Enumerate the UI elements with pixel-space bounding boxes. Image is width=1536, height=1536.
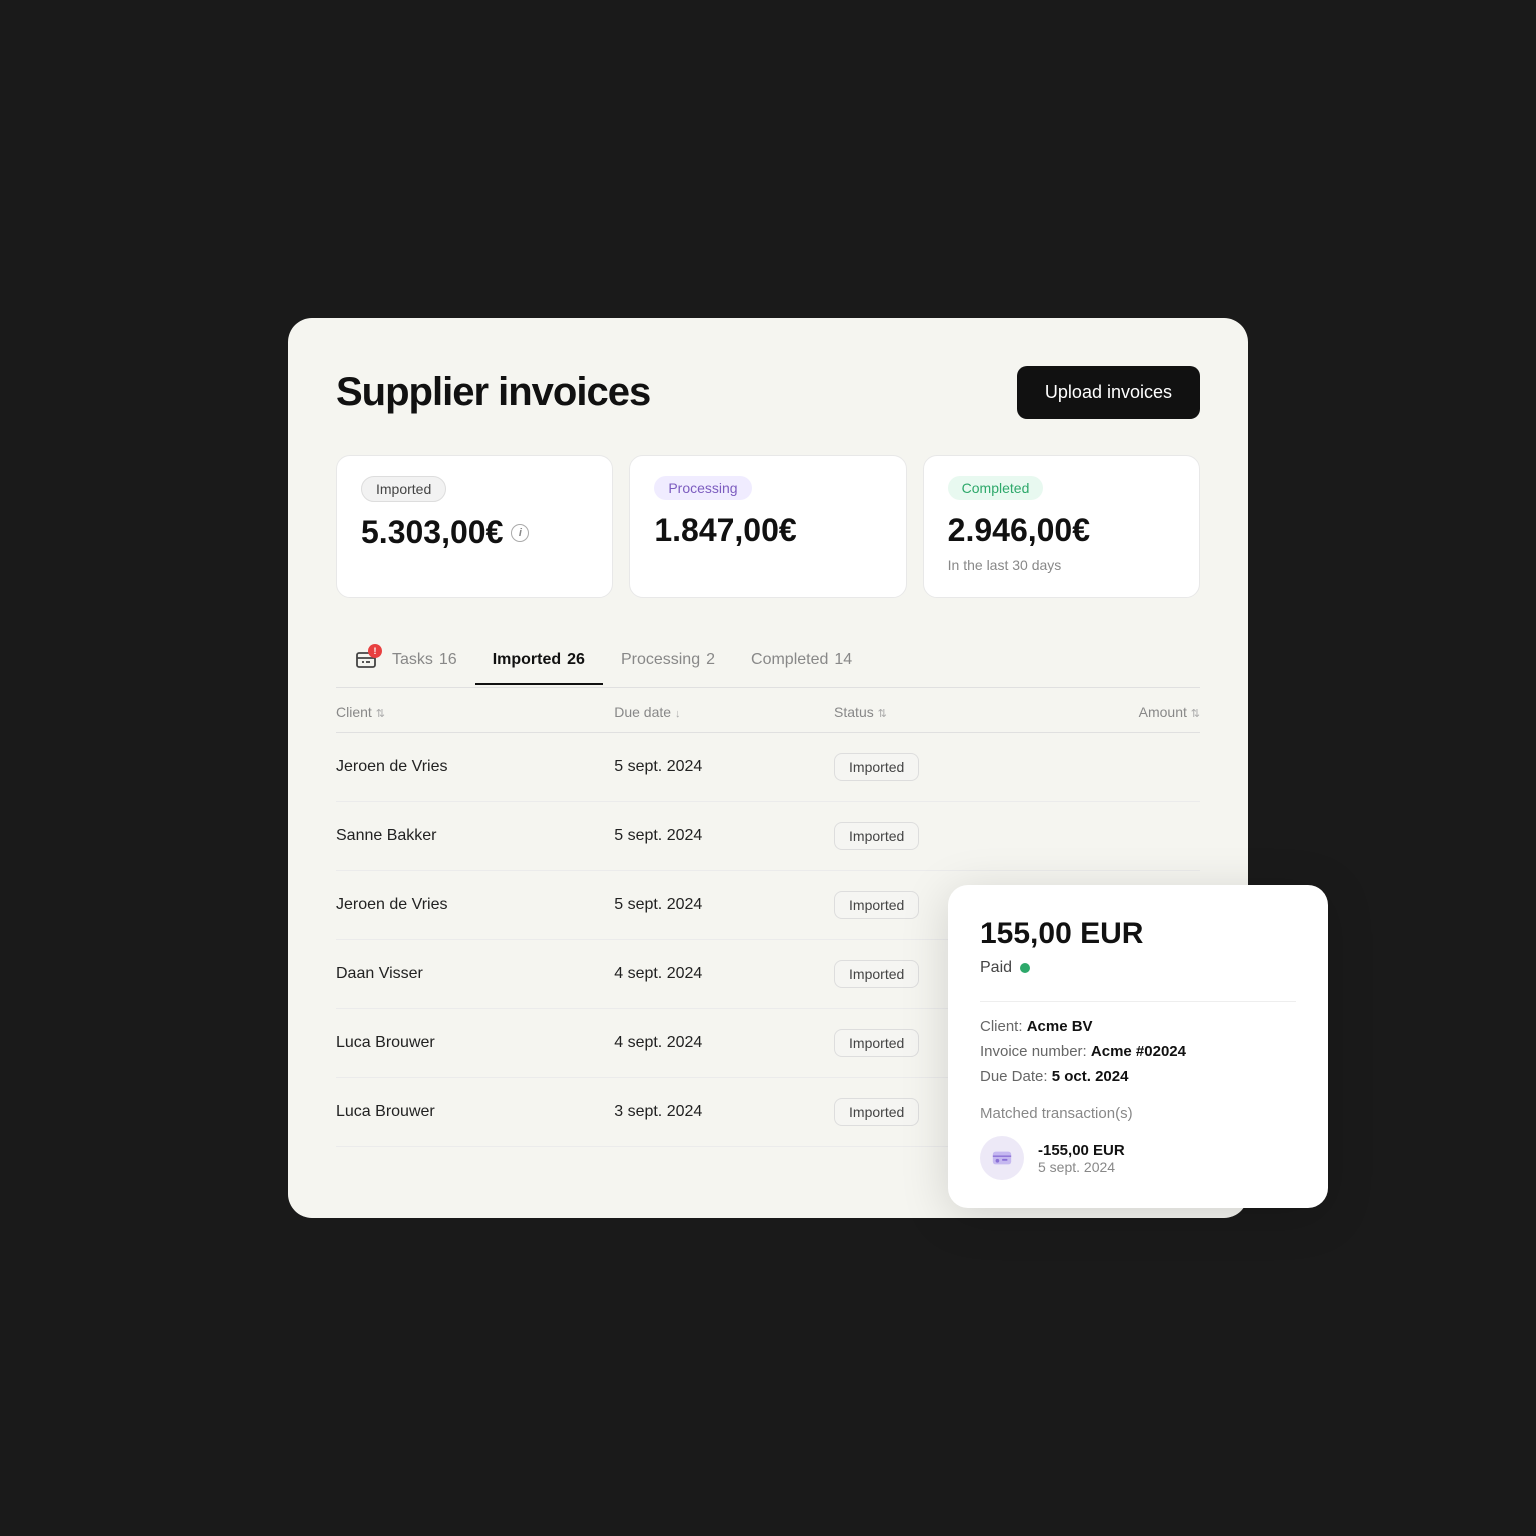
cell-due-date: 5 sept. 2024 <box>614 801 834 870</box>
imported-badge: Imported <box>361 476 446 502</box>
completed-amount: 2.946,00€ <box>948 512 1175 549</box>
transaction-date: 5 sept. 2024 <box>1038 1159 1125 1175</box>
tabs-bar: ! Tasks 16 Imported 26 Processing 2 Comp… <box>336 634 1200 688</box>
cell-due-date: 4 sept. 2024 <box>614 939 834 1008</box>
cell-status: Imported <box>834 801 1047 870</box>
cell-client: Sanne Bakker <box>336 801 614 870</box>
cell-client: Luca Brouwer <box>336 1008 614 1077</box>
transaction-icon <box>980 1136 1024 1180</box>
cell-client: Jeroen de Vries <box>336 732 614 801</box>
invoice-detail-card: 155,00 EUR Paid Client: Acme BV Invoice … <box>948 885 1328 1208</box>
info-icon[interactable]: i <box>511 524 529 542</box>
tooltip-due-date: Due Date: 5 oct. 2024 <box>980 1068 1296 1085</box>
summary-cards: Imported 5.303,00€ i Processing 1.847,00… <box>336 455 1200 598</box>
cell-due-date: 4 sept. 2024 <box>614 1008 834 1077</box>
tooltip-status: Paid <box>980 959 1296 977</box>
due-date-sort-icon: ↓ <box>675 708 681 720</box>
status-sort-icon: ⇅ <box>878 708 887 720</box>
cell-client: Daan Visser <box>336 939 614 1008</box>
tooltip-invoice-number: Invoice number: Acme #02024 <box>980 1043 1296 1060</box>
matched-transactions-title: Matched transaction(s) <box>980 1105 1296 1122</box>
client-sort-icon: ⇅ <box>376 708 385 720</box>
tab-tasks-label: Tasks <box>392 651 433 669</box>
col-client[interactable]: Client ⇅ <box>336 688 614 733</box>
upload-invoices-button[interactable]: Upload invoices <box>1017 366 1200 419</box>
paid-status-dot <box>1020 963 1030 973</box>
summary-card-imported: Imported 5.303,00€ i <box>336 455 613 598</box>
tab-tasks-count: 16 <box>439 651 457 669</box>
tab-processing[interactable]: Processing 2 <box>603 637 733 685</box>
tasks-notification-badge: ! <box>368 644 382 658</box>
amount-sort-icon: ⇅ <box>1191 708 1200 720</box>
tab-imported-label: Imported <box>493 651 561 669</box>
cell-client: Jeroen de Vries <box>336 870 614 939</box>
tab-tasks[interactable]: ! Tasks 16 <box>336 634 475 688</box>
tab-imported-count: 26 <box>567 651 585 669</box>
tab-completed-label: Completed <box>751 651 828 669</box>
tooltip-amount: 155,00 EUR <box>980 917 1296 951</box>
cell-client: Luca Brouwer <box>336 1077 614 1146</box>
completed-badge: Completed <box>948 476 1044 500</box>
table-row[interactable]: Sanne Bakker 5 sept. 2024 Imported <box>336 801 1200 870</box>
cell-status: Imported <box>834 732 1047 801</box>
tab-processing-count: 2 <box>706 651 715 669</box>
summary-card-completed: Completed 2.946,00€ In the last 30 days <box>923 455 1200 598</box>
tooltip-divider <box>980 1001 1296 1002</box>
col-amount[interactable]: Amount ⇅ <box>1047 688 1200 733</box>
col-status[interactable]: Status ⇅ <box>834 688 1047 733</box>
tab-completed[interactable]: Completed 14 <box>733 637 870 685</box>
col-due-date[interactable]: Due date ↓ <box>614 688 834 733</box>
cell-due-date: 3 sept. 2024 <box>614 1077 834 1146</box>
tasks-inbox-icon: ! <box>354 648 378 672</box>
transaction-amount: -155,00 EUR <box>1038 1142 1125 1159</box>
cell-due-date: 5 sept. 2024 <box>614 732 834 801</box>
summary-card-processing: Processing 1.847,00€ <box>629 455 906 598</box>
page-title: Supplier invoices <box>336 370 650 415</box>
transaction-details: -155,00 EUR 5 sept. 2024 <box>1038 1142 1125 1175</box>
tab-processing-label: Processing <box>621 651 700 669</box>
imported-amount: 5.303,00€ i <box>361 514 588 551</box>
app-container: Supplier invoices Upload invoices Import… <box>288 318 1248 1218</box>
transaction-item: -155,00 EUR 5 sept. 2024 <box>980 1136 1296 1180</box>
tab-imported[interactable]: Imported 26 <box>475 637 603 685</box>
table-row[interactable]: Jeroen de Vries 5 sept. 2024 Imported <box>336 732 1200 801</box>
cell-amount <box>1047 801 1200 870</box>
processing-amount: 1.847,00€ <box>654 512 881 549</box>
completed-subtitle: In the last 30 days <box>948 557 1175 573</box>
cell-amount <box>1047 732 1200 801</box>
cell-due-date: 5 sept. 2024 <box>614 870 834 939</box>
header: Supplier invoices Upload invoices <box>336 366 1200 419</box>
tab-completed-count: 14 <box>834 651 852 669</box>
tooltip-client: Client: Acme BV <box>980 1018 1296 1035</box>
processing-badge: Processing <box>654 476 751 500</box>
